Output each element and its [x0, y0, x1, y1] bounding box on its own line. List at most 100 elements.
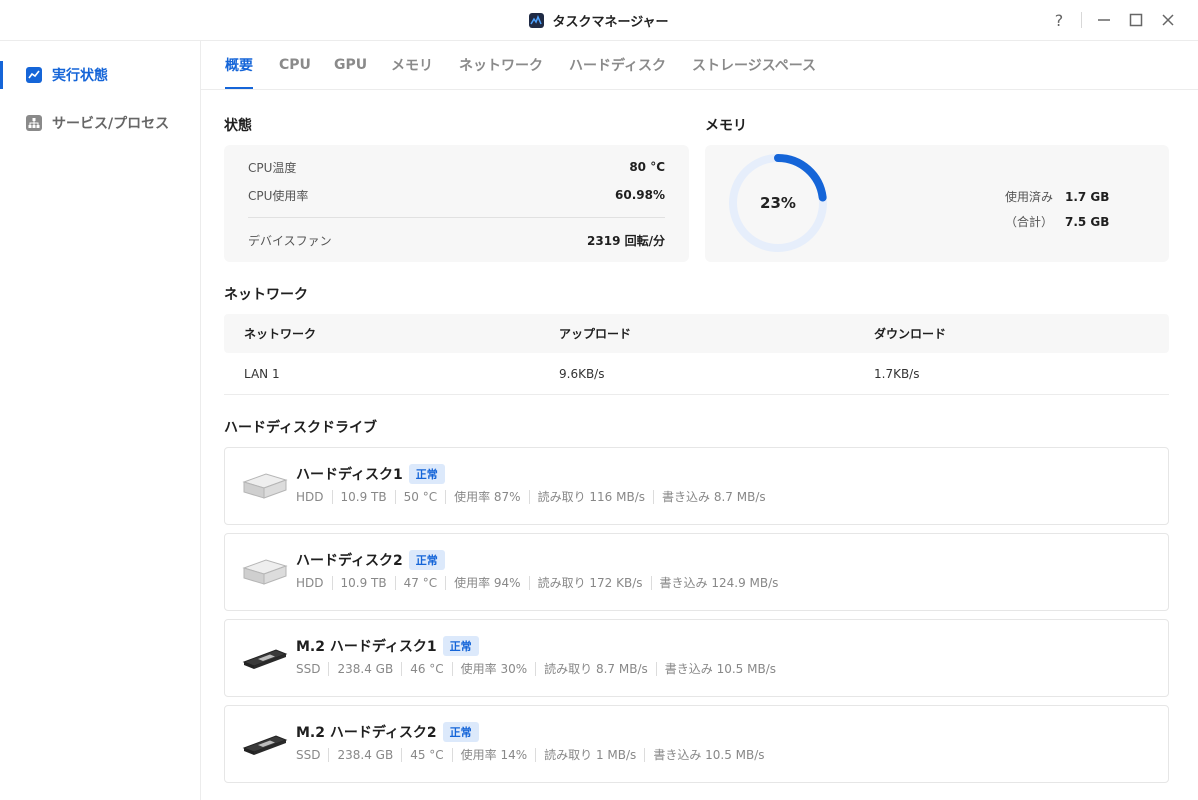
minimize-icon: [1098, 19, 1110, 21]
disk-temp: 45 °C: [401, 748, 451, 762]
disk-write: 書き込み 10.5 MB/s: [655, 662, 784, 676]
network-section-title: ネットワーク: [224, 287, 308, 303]
disk-temp: 47 °C: [394, 576, 445, 590]
status-label: デバイスファン: [248, 233, 332, 248]
tab-cpu[interactable]: CPU: [279, 41, 311, 88]
status-badge: 正常: [442, 722, 479, 742]
app-icon: [529, 12, 545, 28]
disk-meta: SSD 238.4 GB 45 °C 使用率 14% 読み取り 1 MB/s 書…: [296, 748, 773, 762]
disk-usage: 使用率 87%: [445, 490, 529, 504]
disk-temp: 46 °C: [401, 662, 451, 676]
status-card: CPU温度 80 °C CPU使用率 60.98% デバイスファン 2319 回…: [224, 145, 689, 262]
status-value: 2319 回転/分: [587, 233, 665, 248]
tab-storage-space[interactable]: ストレージスペース: [692, 41, 816, 88]
close-icon: [1162, 14, 1174, 26]
memory-used-value: 1.7 GB: [1065, 189, 1110, 204]
status-value: 80 °C: [629, 160, 665, 174]
sidebar-item-label: サービス/プロセス: [52, 116, 170, 132]
tab-overview[interactable]: 概要: [225, 41, 253, 89]
memory-card: 23% 使用済み 1.7 GB （合計） 7.5 GB: [705, 145, 1169, 262]
tab-bar: 概要 CPU GPU メモリ ネットワーク ハードディスク ストレージスペース: [201, 41, 1198, 90]
tab-gpu[interactable]: GPU: [334, 41, 367, 88]
status-row-device-fan: デバイスファン 2319 回転/分: [248, 230, 665, 250]
memory-used-row: 使用済み 1.7 GB: [1001, 188, 1109, 205]
tab-memory[interactable]: メモリ: [391, 41, 433, 88]
status-badge: 正常: [408, 550, 445, 570]
hdd-icon: [242, 559, 288, 585]
title-wrap: タスクマネージャー: [0, 0, 1198, 40]
disk-usage: 使用率 14%: [451, 748, 536, 762]
disk-card[interactable]: ハードディスク2 正常 HDD 10.9 TB 47 °C 使用率 94% 読み…: [224, 533, 1169, 611]
disk-read: 読み取り 172 KB/s: [528, 576, 651, 590]
disk-name-row: ハードディスク2 正常: [296, 550, 445, 570]
status-badge: 正常: [442, 636, 479, 656]
disk-meta: HDD 10.9 TB 47 °C 使用率 94% 読み取り 172 KB/s …: [296, 576, 786, 590]
main-content: 概要 CPU GPU メモリ ネットワーク ハードディスク ストレージスペース …: [201, 41, 1198, 800]
disk-name-row: M.2 ハードディスク1 正常: [296, 636, 479, 656]
disk-read: 読み取り 1 MB/s: [535, 748, 644, 762]
disk-read: 読み取り 8.7 MB/s: [535, 662, 656, 676]
disk-capacity: 238.4 GB: [328, 662, 401, 676]
disk-type: SSD: [296, 748, 321, 762]
sidebar-item-services-processes[interactable]: サービス/プロセス: [0, 99, 200, 147]
column-header: ネットワーク: [244, 327, 317, 341]
network-download: 1.7KB/s: [874, 366, 920, 381]
memory-used-label: 使用済み: [1004, 190, 1053, 204]
close-button[interactable]: [1152, 4, 1184, 36]
sidebar-item-label: 実行状態: [52, 68, 108, 84]
hdd-icon: [242, 473, 288, 499]
memory-donut: 23%: [728, 153, 828, 253]
disk-capacity: 10.9 TB: [331, 576, 395, 590]
window-controls: ?: [1043, 0, 1184, 40]
maximize-button[interactable]: [1120, 4, 1152, 36]
disk-name: ハードディスク2: [296, 553, 403, 569]
disk-capacity: 238.4 GB: [328, 748, 401, 762]
status-label: CPU温度: [248, 160, 297, 175]
status-divider: [248, 217, 665, 218]
hierarchy-icon: [26, 115, 42, 131]
memory-total-label: （合計）: [1004, 215, 1053, 229]
window-title: タスクマネージャー: [552, 14, 669, 30]
disk-card[interactable]: M.2 ハードディスク2 正常 SSD 238.4 GB 45 °C 使用率 1…: [224, 705, 1169, 783]
title-bar: タスクマネージャー ?: [0, 0, 1198, 41]
memory-total-value: 7.5 GB: [1065, 214, 1110, 229]
minimize-button[interactable]: [1088, 4, 1120, 36]
disk-type: SSD: [296, 662, 321, 676]
disk-card[interactable]: ハードディスク1 正常 HDD 10.9 TB 50 °C 使用率 87% 読み…: [224, 447, 1169, 525]
column-header: アップロード: [559, 327, 632, 341]
maximize-icon: [1129, 13, 1143, 27]
controls-separator: [1081, 12, 1082, 28]
column-header: ダウンロード: [874, 327, 947, 341]
disk-read: 読み取り 116 MB/s: [528, 490, 653, 504]
network-table-header: ネットワーク アップロード ダウンロード: [224, 314, 1169, 353]
network-upload: 9.6KB/s: [559, 366, 605, 381]
disk-type: HDD: [296, 490, 324, 504]
sidebar: 実行状態 サービス/プロセス: [0, 41, 201, 800]
help-button[interactable]: ?: [1043, 4, 1075, 36]
disk-usage: 使用率 94%: [445, 576, 529, 590]
status-row-cpu-temp: CPU温度 80 °C: [248, 157, 665, 177]
memory-percent: 23%: [760, 194, 796, 212]
disk-capacity: 10.9 TB: [331, 490, 395, 504]
status-value: 60.98%: [615, 188, 665, 202]
tab-hard-disk[interactable]: ハードディスク: [569, 41, 666, 88]
network-table: ネットワーク アップロード ダウンロード LAN 1 9.6KB/s 1.7KB…: [224, 314, 1169, 395]
disk-usage: 使用率 30%: [451, 662, 536, 676]
tab-network[interactable]: ネットワーク: [459, 41, 543, 88]
disk-write: 書き込み 124.9 MB/s: [650, 576, 787, 590]
ssd-icon: [242, 649, 288, 669]
disk-name: M.2 ハードディスク1: [296, 639, 437, 655]
disk-name-row: ハードディスク1 正常: [296, 464, 445, 484]
status-badge: 正常: [408, 464, 445, 484]
disk-name: M.2 ハードディスク2: [296, 725, 437, 741]
disk-name: ハードディスク1: [296, 467, 403, 483]
memory-total-row: （合計） 7.5 GB: [1001, 213, 1109, 230]
sidebar-item-runtime-status[interactable]: 実行状態: [0, 51, 200, 99]
disk-meta: HDD 10.9 TB 50 °C 使用率 87% 読み取り 116 MB/s …: [296, 490, 774, 504]
memory-section-title: メモリ: [705, 118, 747, 134]
disk-meta: SSD 238.4 GB 46 °C 使用率 30% 読み取り 8.7 MB/s…: [296, 662, 784, 676]
ssd-icon: [242, 735, 288, 755]
network-name: LAN 1: [244, 366, 280, 381]
disk-card[interactable]: M.2 ハードディスク1 正常 SSD 238.4 GB 46 °C 使用率 3…: [224, 619, 1169, 697]
status-section-title: 状態: [224, 118, 252, 134]
